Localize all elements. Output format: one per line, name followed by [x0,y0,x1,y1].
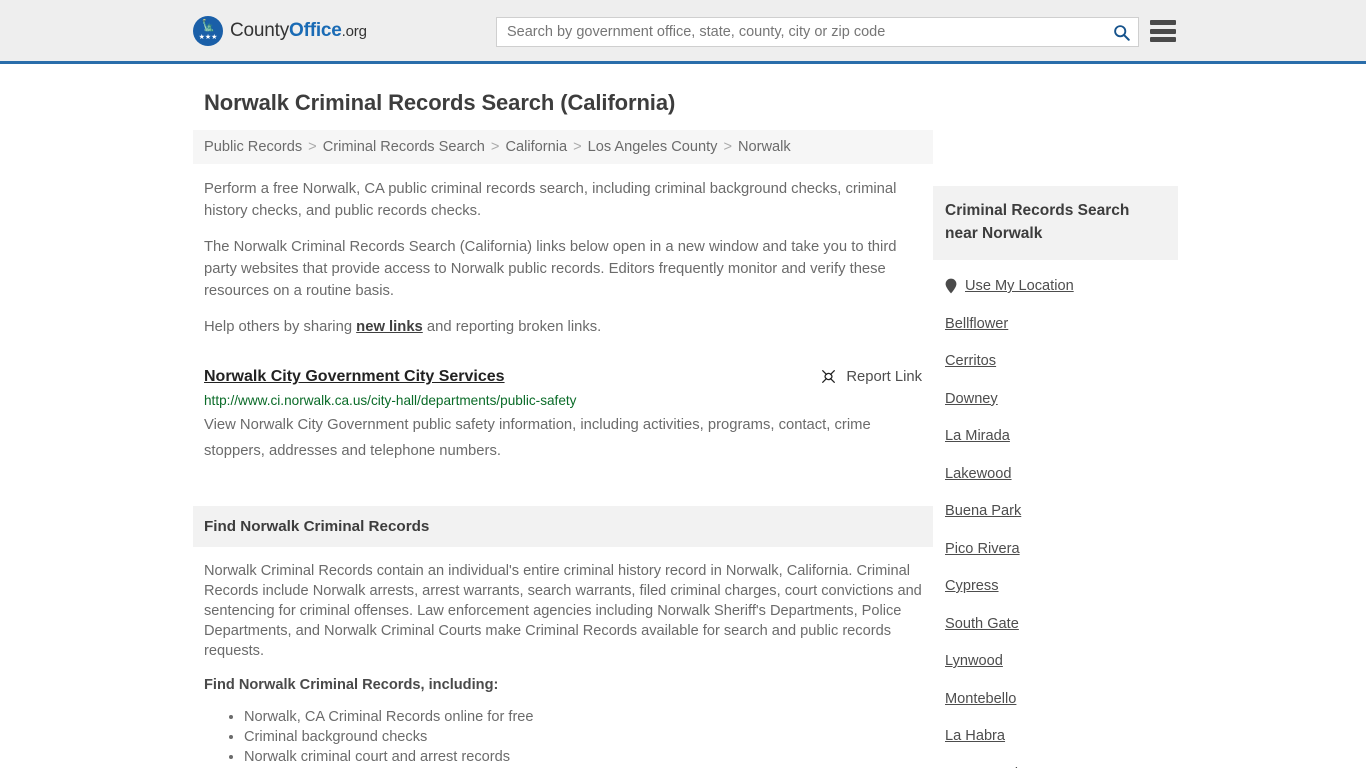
find-records-paragraph: Norwalk Criminal Records contain an indi… [204,563,922,659]
share-text-after: and reporting broken links. [422,319,602,335]
sidebar-heading: Criminal Records Search near Norwalk [933,186,1178,260]
breadcrumb-item-criminal-records-search[interactable]: Criminal Records Search [323,139,485,155]
eagle-seal-icon: 🗽 ★★★ [193,15,223,46]
sidebar-item-south-gate[interactable]: South Gate [945,616,1178,632]
list-item: Norwalk criminal court and arrest record… [244,747,922,767]
breadcrumb-item-california[interactable]: California [505,139,567,155]
breadcrumb-item-los-angeles-county[interactable]: Los Angeles County [588,139,718,155]
search-button[interactable] [1104,18,1138,46]
hamburger-menu-icon[interactable] [1150,19,1176,43]
breadcrumb: Public Records > Criminal Records Search > C… [193,130,933,164]
intro-paragraph-1: Perform a free Norwalk, CA public crimin… [204,181,897,219]
map-pin-icon [945,278,957,294]
intro-paragraph-3: Help others by sharing new links and rep… [204,316,922,338]
page-container: Norwalk Criminal Records Search (Califor… [0,64,1366,768]
sidebar-link[interactable]: Downey [945,391,998,407]
breadcrumb-separator: > [308,139,317,155]
breadcrumb-item-norwalk[interactable]: Norwalk [738,139,791,155]
list-item: Norwalk, CA Criminal Records online for … [244,707,922,727]
sidebar-link[interactable]: La Habra [945,728,1005,744]
report-link-button[interactable]: Report Link [820,366,922,385]
intro-copy: Perform a free Norwalk, CA public crimin… [193,178,933,338]
sidebar-nearby-list: Use My Location Bellflower Cerritos Down… [933,260,1178,768]
sidebar-link[interactable]: La Mirada [945,428,1010,444]
main-column: Norwalk Criminal Records Search (Califor… [193,64,933,768]
use-my-location-link[interactable]: Use My Location [965,278,1074,294]
result-entry: Norwalk City Government City Services Re… [193,352,933,464]
sidebar-link[interactable]: Lynwood [945,653,1003,669]
hamburger-bar [1150,37,1176,42]
result-description: View Norwalk City Government public safe… [204,417,871,459]
sidebar-link[interactable]: Buena Park [945,503,1021,519]
result-title-link[interactable]: Norwalk City Government City Services [204,366,505,388]
page-title: Norwalk Criminal Records Search (Califor… [204,90,676,115]
sidebar-item-cerritos[interactable]: Cerritos [945,353,1178,369]
sidebar-item-bellflower[interactable]: Bellflower [945,316,1178,332]
find-records-list-heading: Find Norwalk Criminal Records, including… [204,677,499,693]
hamburger-bar [1150,20,1176,25]
sidebar-link[interactable]: Montebello [945,691,1016,707]
sidebar-item-downey[interactable]: Downey [945,391,1178,407]
sidebar-link[interactable]: Bellflower [945,316,1008,332]
search-icon [1113,24,1130,41]
breadcrumb-separator: > [490,139,500,155]
sidebar-link[interactable]: Cypress [945,578,999,594]
find-records-section-body: Norwalk Criminal Records contain an indi… [193,547,933,768]
list-item: Criminal background checks [244,727,922,747]
result-header-row: Norwalk City Government City Services Re… [204,366,922,388]
share-text-before: Help others by sharing [204,319,357,335]
sidebar-item-montebello[interactable]: Montebello [945,691,1178,707]
sidebar: Criminal Records Search near Norwalk Use… [933,64,1178,768]
sidebar-top-spacer [933,64,1178,186]
result-url-link[interactable]: http://www.ci.norwalk.ca.us/city-hall/de… [204,391,922,410]
breadcrumb-item-public-records[interactable]: Public Records [204,139,302,155]
sidebar-link[interactable]: Cerritos [945,353,996,369]
search-input[interactable] [497,18,1104,46]
sidebar-link[interactable]: South Gate [945,616,1019,632]
sidebar-item-lynwood[interactable]: Lynwood [945,653,1178,669]
hamburger-bar [1150,28,1176,34]
brand-part-county: County [230,19,290,41]
report-link-label: Report Link [846,368,922,385]
broken-link-icon [822,370,836,383]
sidebar-item-buena-park[interactable]: Buena Park [945,503,1178,519]
sidebar-item-use-my-location[interactable]: Use My Location [945,278,1178,294]
search-bar [496,17,1139,47]
sidebar-link[interactable]: Lakewood [945,466,1012,482]
brand-wordmark: CountyOffice.org [230,20,367,42]
sidebar-item-pico-rivera[interactable]: Pico Rivera [945,541,1178,557]
intro-paragraph-2: The Norwalk Criminal Records Search (Cal… [204,239,897,299]
sidebar-item-lakewood[interactable]: Lakewood [945,466,1178,482]
sidebar-item-cypress[interactable]: Cypress [945,578,1178,594]
new-links-link[interactable]: new links [356,319,423,335]
sidebar-item-la-habra[interactable]: La Habra [945,728,1178,744]
sidebar-link[interactable]: Pico Rivera [945,541,1020,557]
sidebar-item-la-mirada[interactable]: La Mirada [945,428,1178,444]
find-records-list: Norwalk, CA Criminal Records online for … [204,707,922,768]
site-header: 🗽 ★★★ CountyOffice.org [0,0,1366,64]
brand-part-office: Office [289,19,342,41]
find-records-section-heading: Find Norwalk Criminal Records [193,506,933,547]
breadcrumb-separator: > [573,139,582,155]
breadcrumb-separator: > [723,139,732,155]
brand-part-org: .org [341,22,367,40]
site-logo[interactable]: 🗽 ★★★ CountyOffice.org [193,15,367,46]
